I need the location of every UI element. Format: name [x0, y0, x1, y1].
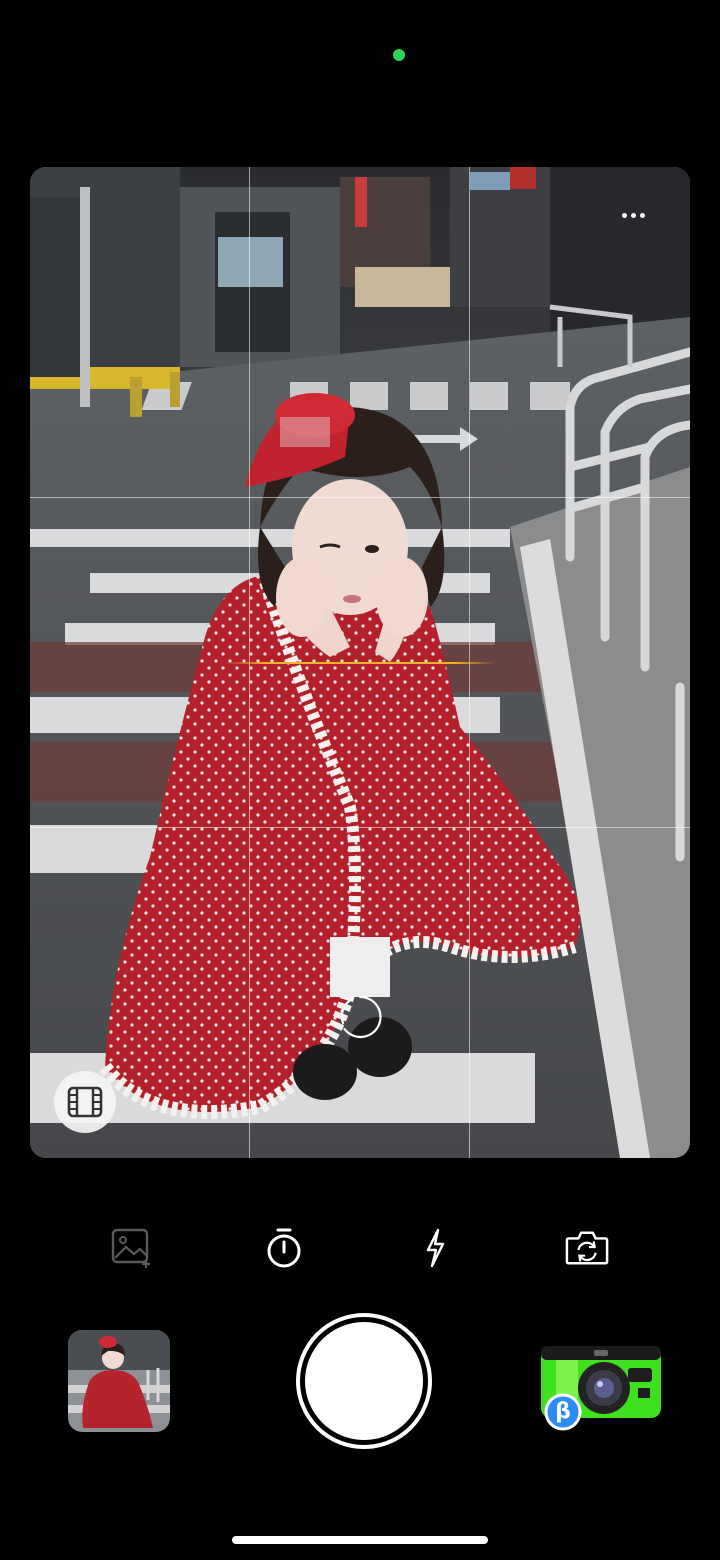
- recent-photo-thumbnail: [68, 1330, 170, 1432]
- level-indicator: [225, 662, 495, 664]
- add-image-icon: [111, 1228, 150, 1268]
- timer-icon: [267, 1228, 301, 1268]
- shutter-inner: [305, 1322, 423, 1440]
- add-image-button[interactable]: [109, 1226, 153, 1270]
- privacy-indicator-dot: [393, 49, 405, 61]
- flash-button[interactable]: [413, 1226, 457, 1270]
- video-mode-button[interactable]: [54, 1071, 116, 1133]
- focus-ring-icon: [340, 995, 382, 1039]
- timer-button[interactable]: [262, 1226, 306, 1270]
- film-icon: [67, 1086, 103, 1118]
- camera-style-badge: β: [555, 1399, 571, 1424]
- more-dot: [630, 212, 636, 218]
- flash-icon: [426, 1228, 445, 1268]
- more-options-button[interactable]: [616, 205, 650, 225]
- switch-camera-icon: [565, 1231, 609, 1265]
- shutter-button[interactable]: [296, 1313, 432, 1449]
- gallery-thumbnail-button[interactable]: [68, 1330, 170, 1432]
- camera-viewfinder[interactable]: [30, 167, 690, 1158]
- grid-line-horizontal-2: [30, 827, 690, 828]
- more-dot: [639, 212, 645, 218]
- grid-line-horizontal-1: [30, 497, 690, 498]
- more-horizontal-icon: [621, 212, 627, 218]
- switch-camera-button[interactable]: [565, 1226, 609, 1270]
- camera-style-button[interactable]: β: [538, 1340, 664, 1432]
- home-indicator[interactable]: [232, 1536, 488, 1544]
